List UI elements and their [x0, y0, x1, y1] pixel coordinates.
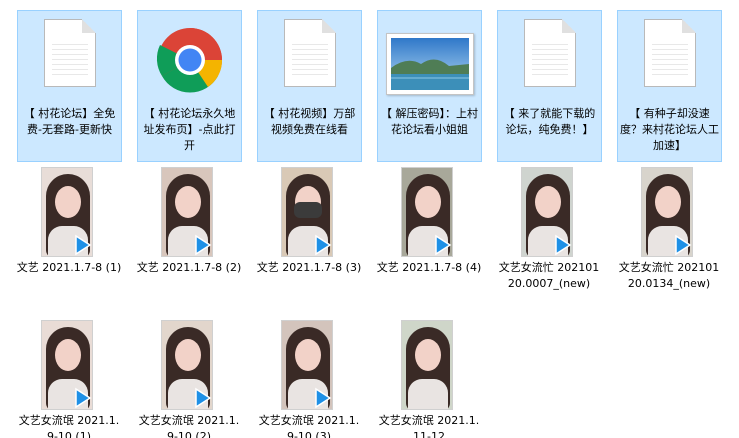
play-icon	[435, 234, 452, 256]
file-item[interactable]: 【 解压密码】：上村花论坛看小姐姐	[377, 10, 482, 162]
video-item[interactable]: 文艺 2021.1.7-8 (3)	[254, 166, 364, 306]
file-label: 【 村花论坛】全免费-无套路-更新快	[23, 107, 116, 136]
video-item[interactable]: 文艺 2021.1.7-8 (2)	[134, 166, 244, 306]
video-label: 文艺 2021.1.7-8 (3)	[256, 261, 362, 274]
file-label: 【 村花论坛永久地址发布页】-点此打开	[143, 107, 236, 152]
file-item[interactable]: 【 有种子却没速度？来村花论坛人工加速】	[617, 10, 722, 162]
play-icon	[675, 234, 692, 256]
video-label: 文艺女流氓 2021.1.11-12	[378, 414, 480, 438]
video-label: 文艺女流氓 2021.1.9-10 (2)	[138, 414, 240, 438]
file-label: 【 解压密码】：上村花论坛看小姐姐	[381, 107, 478, 136]
play-icon	[315, 234, 332, 256]
play-icon	[195, 387, 212, 409]
file-label: 【 村花视频】万部视频免费在线看	[263, 107, 356, 136]
video-item[interactable]: 文艺女流忙 20210120.0134_(new)	[614, 166, 724, 316]
file-item[interactable]: 【 村花视频】万部视频免费在线看	[257, 10, 362, 162]
video-item[interactable]: 文艺 2021.1.7-8 (4)	[374, 166, 484, 306]
video-item[interactable]: 文艺女流氓 2021.1.9-10 (3)	[254, 319, 364, 438]
video-item[interactable]: 文艺女流氓 2021.1.9-10 (1)	[14, 319, 124, 438]
image-icon	[378, 11, 482, 101]
file-grid: 【 村花论坛】全免费-无套路-更新快 【 村花论坛永久地址发布页】-点此打开 【…	[0, 0, 739, 438]
video-label: 文艺女流氓 2021.1.9-10 (3)	[258, 414, 360, 438]
video-label: 文艺 2021.1.7-8 (2)	[136, 261, 242, 274]
video-label: 文艺女流忙 20210120.0134_(new)	[618, 261, 720, 290]
chrome-icon	[138, 11, 242, 101]
play-icon	[195, 234, 212, 256]
file-label: 【 有种子却没速度？来村花论坛人工加速】	[620, 107, 719, 152]
text-document-icon	[618, 11, 722, 101]
video-label: 文艺女流氓 2021.1.9-10 (1)	[18, 414, 120, 438]
file-item[interactable]: 【 村花论坛】全免费-无套路-更新快	[17, 10, 122, 162]
play-icon	[75, 387, 92, 409]
video-item[interactable]: 文艺女流忙 20210120.0007_(new)	[494, 166, 604, 316]
play-icon	[315, 387, 332, 409]
file-item[interactable]: 【 村花论坛永久地址发布页】-点此打开	[137, 10, 242, 162]
video-item[interactable]: 文艺女流氓 2021.1.9-10 (2)	[134, 319, 244, 438]
text-document-icon	[498, 11, 602, 101]
file-label: 【 来了就能下载的论坛，纯免费！】	[503, 107, 596, 136]
video-item[interactable]: 文艺 2021.1.7-8 (1)	[14, 166, 124, 306]
text-document-icon	[258, 11, 362, 101]
file-item[interactable]: 【 来了就能下载的论坛，纯免费！】	[497, 10, 602, 162]
play-icon	[75, 234, 92, 256]
video-label: 文艺 2021.1.7-8 (1)	[16, 261, 122, 274]
video-label: 文艺女流忙 20210120.0007_(new)	[498, 261, 600, 290]
video-item[interactable]: 文艺女流氓 2021.1.11-12	[374, 319, 484, 438]
play-icon	[555, 234, 572, 256]
video-label: 文艺 2021.1.7-8 (4)	[376, 261, 482, 274]
text-document-icon	[18, 11, 122, 101]
video-thumbnail	[401, 320, 453, 410]
